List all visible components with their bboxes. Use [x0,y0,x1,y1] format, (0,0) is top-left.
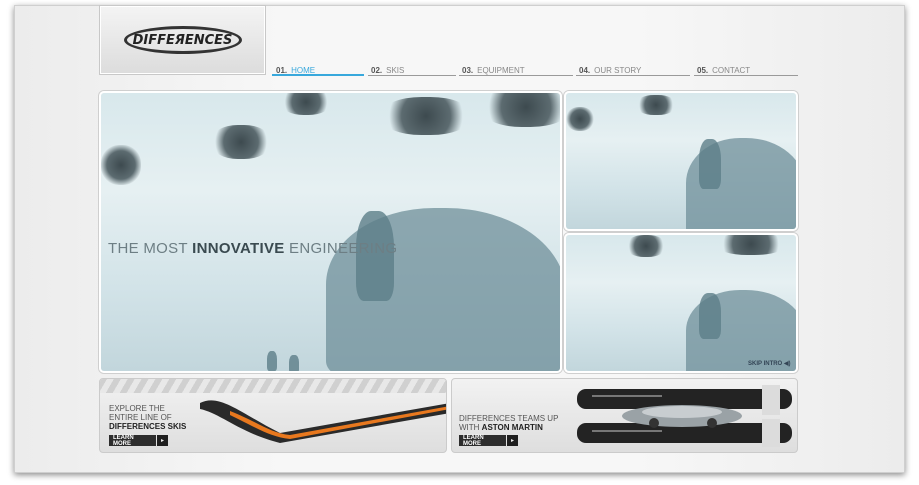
logo[interactable]: DIFFEЯENCES [123,26,242,54]
rock [281,93,331,115]
nav-item-home[interactable]: 01. HOME [276,66,315,78]
arrow-right-icon[interactable]: ▸ [157,435,168,446]
nav-underline-contact [694,75,798,76]
skier-silhouette [699,139,721,189]
nav-underline-home [272,74,364,76]
logo-text: DIFFEЯENCES [132,32,233,48]
nav-underline-equipment [459,75,573,76]
logo-box[interactable]: DIFFEЯENCES [99,5,266,75]
ski-pole-shadow [289,355,299,371]
learn-more-aston-martin-button[interactable]: LEARN MORE [459,435,506,447]
skier-silhouette [699,293,721,339]
arrow-right-icon[interactable]: ▸ [507,435,518,446]
rock [211,125,271,159]
hero-headline: THE MOST INNOVATIVE ENGINEERING [108,240,398,257]
rock [381,97,471,135]
rock [636,95,676,115]
speaker-icon: ◀) [783,361,791,367]
promo-skis-text: EXPLORE THE ENTIRE LINE OF DIFFERENCES S… [109,404,187,431]
hero-video-main[interactable] [99,91,562,373]
rock [481,93,560,127]
rock [566,107,594,131]
hero-video-bottom-right[interactable] [564,233,798,373]
car-and-skis-image [577,385,792,447]
nav-item-our-story[interactable]: 04. OUR STORY [579,66,641,78]
ski-pole-shadow [267,351,277,371]
ski-image [200,400,446,443]
nav-item-contact[interactable]: 05. CONTACT [697,66,750,78]
learn-more-skis-button[interactable]: LEARN MORE [109,435,156,447]
rock [101,145,141,185]
stripe-band [100,379,446,393]
rock [716,235,786,255]
rock [626,235,666,257]
nav-item-equipment[interactable]: 03. EQUIPMENT [462,66,525,78]
nav-item-skis[interactable]: 02. SKIS [371,66,404,78]
nav-underline-skis [368,75,456,76]
hero-video-top-right[interactable] [564,91,798,231]
promo-aston-martin-text: DIFFERENCES TEAMS UP WITH ASTON MARTIN [459,414,559,432]
skip-intro-button[interactable]: SKIP INTRO ◀) [748,360,791,367]
nav-underline-our-story [576,75,690,76]
